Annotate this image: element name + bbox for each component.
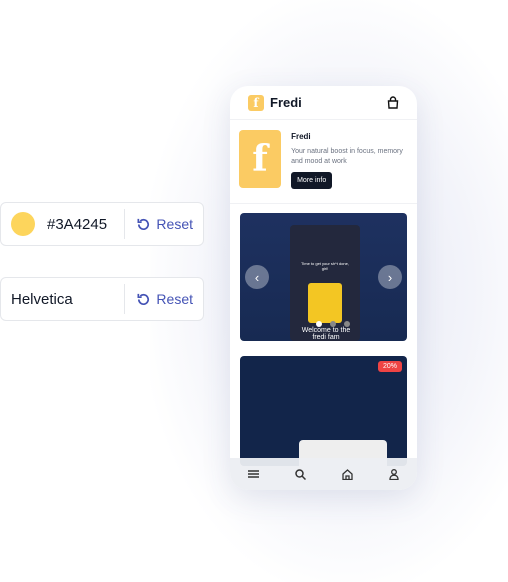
phone-preview: f Fredi f Fredi Your natural boost in fo… [230, 86, 417, 490]
reset-label: Reset [156, 216, 193, 232]
font-setting: Helvetica Reset [0, 277, 204, 321]
hero-card: f Fredi Your natural boost in focus, mem… [230, 120, 417, 204]
color-setting: #3A4245 Reset [0, 202, 204, 246]
menu-icon[interactable] [248, 469, 259, 479]
color-reset-button[interactable]: Reset [125, 216, 203, 232]
home-icon[interactable] [342, 468, 353, 480]
chevron-left-icon: ‹ [254, 269, 260, 285]
search-icon[interactable] [295, 468, 306, 480]
product-jar-image [308, 283, 342, 323]
discount-badge: 20% [377, 361, 402, 372]
chevron-right-icon: › [387, 269, 393, 285]
carousel-bottom-text: Welcome to the fredi fam [301, 327, 351, 341]
reset-icon [137, 293, 150, 305]
product-card[interactable]: 20% [240, 356, 407, 466]
carousel: Time to get your sh*t done, girl! Welcom… [240, 213, 407, 341]
reset-label: Reset [156, 291, 193, 307]
hero-title: Fredi [291, 132, 311, 141]
reset-icon [137, 218, 150, 230]
font-reset-button[interactable]: Reset [125, 291, 203, 307]
font-value[interactable]: Helvetica [11, 291, 73, 308]
brand-name: Fredi [270, 95, 302, 110]
carousel-prev-button[interactable]: ‹ [245, 265, 269, 289]
hero-logo-image: f [239, 130, 282, 188]
carousel-top-text: Time to get your sh*t done, girl! [301, 261, 349, 271]
account-icon[interactable] [389, 468, 399, 480]
more-info-button[interactable]: More info [291, 172, 333, 189]
hero-description: Your natural boost in focus, memory and … [291, 148, 403, 165]
shopping-bag-icon[interactable] [387, 96, 399, 109]
color-value[interactable]: #3A4245 [47, 216, 107, 233]
logo: f [248, 94, 264, 111]
app-header: f Fredi [230, 86, 417, 120]
carousel-next-button[interactable]: › [378, 265, 402, 289]
color-swatch[interactable] [11, 212, 35, 236]
bottom-nav [230, 458, 417, 490]
